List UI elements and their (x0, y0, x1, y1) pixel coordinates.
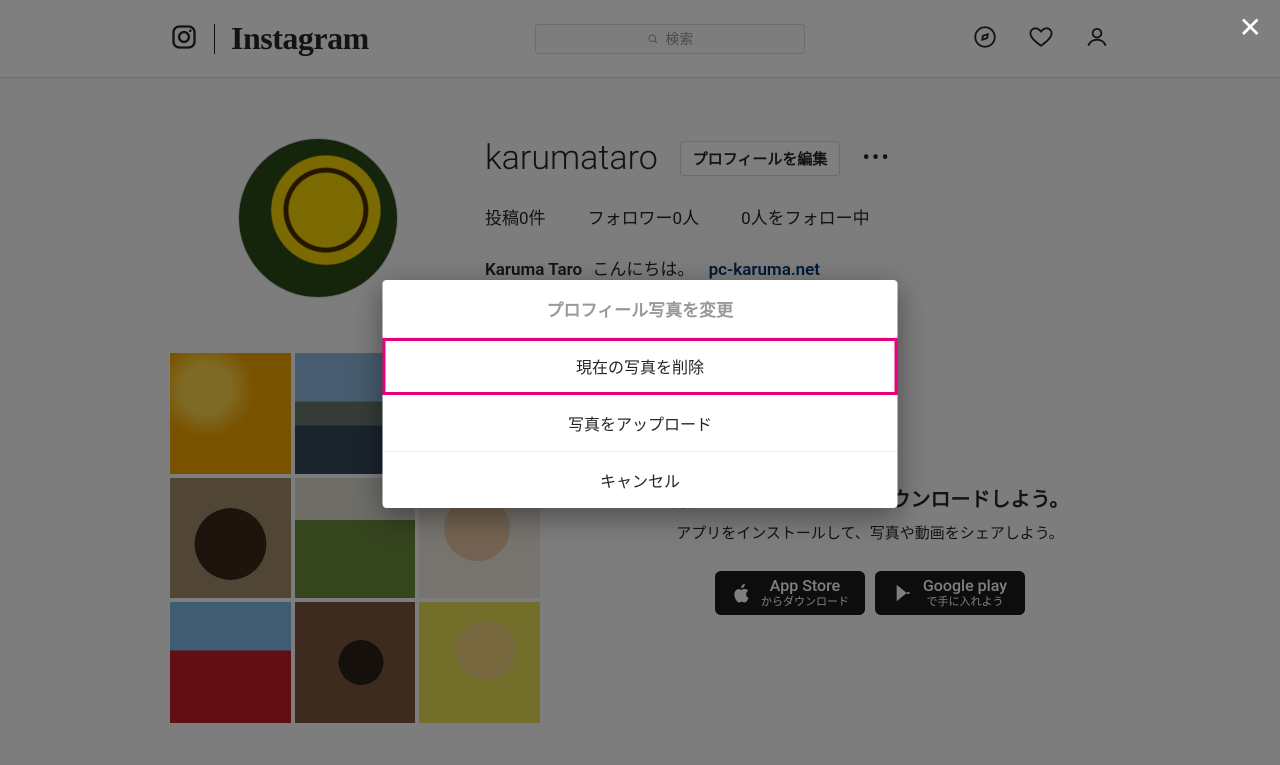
change-photo-dialog: プロフィール写真を変更 現在の写真を削除 写真をアップロード キャンセル (383, 280, 898, 508)
upload-photo-option[interactable]: 写真をアップロード (383, 395, 898, 452)
dialog-title: プロフィール写真を変更 (383, 280, 898, 338)
remove-photo-option[interactable]: 現在の写真を削除 (383, 338, 898, 395)
close-icon[interactable]: ✕ (1239, 14, 1262, 42)
modal-overlay[interactable]: ✕ プロフィール写真を変更 現在の写真を削除 写真をアップロード キャンセル (0, 0, 1280, 765)
cancel-option[interactable]: キャンセル (383, 452, 898, 508)
